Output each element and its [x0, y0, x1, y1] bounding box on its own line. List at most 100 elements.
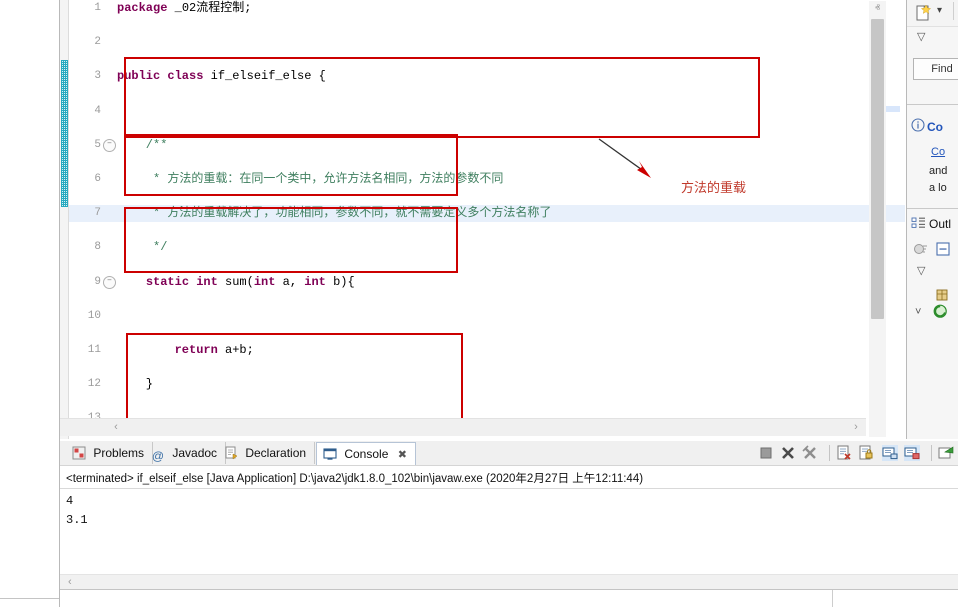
code-text: return a+b; — [117, 342, 254, 359]
fold-toggle-icon[interactable] — [103, 139, 116, 152]
info-icon — [911, 118, 925, 132]
console-hscroll-left-arrow[interactable]: ‹ — [68, 576, 72, 588]
editor-hscroll-right-arrow[interactable]: › — [850, 421, 862, 434]
annotation-label: 方法的重载 — [681, 177, 746, 196]
console-output-line: 3.1 — [66, 513, 88, 527]
class-icon[interactable] — [933, 304, 948, 319]
sidebar-toolbar: ▾ — [907, 0, 958, 27]
content-assist-line-3: a lo — [929, 182, 947, 194]
line-number: 1 — [69, 0, 101, 17]
remove-all-terminated-icon[interactable] — [802, 445, 818, 461]
scroll-lock-icon[interactable] — [858, 445, 874, 461]
change-bar — [61, 60, 68, 207]
tab-declaration-label: Declaration — [245, 446, 306, 460]
sidebar-divider-2 — [907, 208, 958, 209]
left-pane-divider — [0, 598, 59, 599]
console-horizontal-scrollbar[interactable]: ‹ — [60, 574, 958, 590]
remove-launch-icon[interactable] — [780, 445, 796, 461]
code-line[interactable]: 11 return a+b; — [69, 342, 905, 359]
annotation-arrow-icon — [595, 136, 675, 191]
console-toolbar-separator-1 — [829, 445, 830, 461]
terminate-icon[interactable] — [758, 445, 774, 461]
code-line[interactable]: 5 /** — [69, 137, 905, 154]
outline-view-title: Outl — [929, 217, 951, 231]
line-number: 6 — [69, 171, 101, 188]
outline-tree-expander[interactable]: ˅ — [915, 306, 921, 318]
code-line[interactable]: 2 — [69, 34, 905, 51]
left-margin-pane — [0, 0, 60, 607]
code-line[interactable]: 3 public class if_elseif_else { — [69, 68, 905, 85]
code-line[interactable]: 12 } — [69, 376, 905, 393]
editor-horizontal-scrollbar[interactable]: ‹ › — [60, 418, 866, 436]
tab-console[interactable]: Console ✖ — [316, 442, 416, 466]
display-selected-console-icon[interactable] — [904, 445, 920, 461]
editor-code-area[interactable]: 1 package _02流程控制; 2 3 public class if_elsei… — [69, 0, 905, 439]
chevron-down-icon[interactable]: ▾ — [937, 5, 942, 16]
sidebar-divider-1 — [907, 104, 958, 105]
view-menu-icon[interactable]: ▽ — [917, 30, 925, 43]
new-document-icon[interactable] — [915, 4, 933, 22]
content-assist-title: Co — [927, 120, 943, 134]
collapse-all-icon[interactable] — [935, 241, 951, 257]
line-number: 10 — [69, 308, 101, 325]
line-number: 5 — [69, 137, 101, 154]
console-output-area[interactable]: <terminated> if_elseif_else [Java Applic… — [60, 465, 958, 608]
code-line[interactable]: 1 package _02流程控制; — [69, 0, 905, 17]
code-line[interactable]: 7 * 方法的重载解决了，功能相同，参数不同，就不需要定义多个方法名称了 — [69, 205, 905, 222]
javadoc-icon: @ — [151, 449, 165, 463]
tab-problems[interactable]: Problems — [66, 442, 153, 464]
code-text: */ — [117, 239, 167, 256]
line-number: 7 — [69, 205, 101, 222]
eclipse-window: 1 package _02流程控制; 2 3 public class if_elsei… — [0, 0, 958, 607]
editor-vertical-scrollbar[interactable]: ⱏ ⱟ — [869, 1, 886, 437]
code-text: * 方法的重载：在同一个类中，允许方法名相同，方法的参数不同 — [117, 171, 503, 188]
tab-javadoc[interactable]: @ Javadoc — [145, 442, 226, 464]
tab-problems-label: Problems — [93, 446, 144, 460]
code-line[interactable]: 6 * 方法的重载：在同一个类中，允许方法名相同，方法的参数不同 — [69, 171, 905, 188]
sort-members-icon[interactable] — [913, 242, 929, 258]
close-icon[interactable]: ✖ — [398, 449, 407, 461]
overview-ruler-mark[interactable] — [886, 106, 900, 112]
clear-console-icon[interactable] — [836, 445, 852, 461]
pin-console-icon[interactable] — [882, 445, 898, 461]
problems-icon — [72, 446, 86, 460]
open-console-icon[interactable] — [938, 445, 954, 461]
package-icon — [935, 288, 949, 302]
editor-hscroll-left-arrow[interactable]: ‹ — [110, 421, 122, 434]
code-editor[interactable]: 1 package _02流程控制; 2 3 public class if_elsei… — [60, 0, 905, 439]
right-sidebar: ▾ ▽ Find Co Co and a lo Outl ▽ ˅ — [906, 0, 958, 439]
console-output-line: 4 — [66, 494, 73, 508]
code-text: static int sum(int a, int b){ — [117, 274, 355, 291]
tab-declaration[interactable]: Declaration — [218, 442, 315, 464]
line-number: 12 — [69, 376, 101, 393]
editor-vscroll-thumb[interactable] — [871, 19, 884, 319]
editor-vscroll-down-arrow[interactable]: ⱟ — [869, 421, 886, 437]
content-assist-link[interactable]: Co — [931, 146, 945, 158]
console-header-divider — [60, 488, 958, 489]
status-bar — [60, 589, 958, 607]
code-text: * 方法的重载解决了，功能相同，参数不同，就不需要定义多个方法名称了 — [117, 205, 551, 222]
line-number: 9 — [69, 274, 101, 291]
sidebar-toolbar-separator — [953, 2, 954, 20]
line-number: 3 — [69, 68, 101, 85]
code-text: public class if_elseif_else { — [117, 68, 326, 85]
declaration-icon — [224, 446, 238, 460]
content-assist-line-2: and — [929, 165, 947, 177]
code-line[interactable]: 8 */ — [69, 239, 905, 256]
console-toolbar-separator-2 — [931, 445, 932, 461]
find-button[interactable]: Find — [913, 58, 958, 80]
tab-javadoc-label: Javadoc — [172, 446, 217, 460]
editor-vscroll-up-arrow[interactable]: ⱏ — [869, 1, 886, 17]
code-text: package _02流程控制; — [117, 0, 251, 17]
tab-console-label: Console — [344, 447, 388, 461]
console-icon — [323, 447, 337, 461]
status-cell-divider-1 — [832, 590, 833, 607]
code-line[interactable]: 4 — [69, 103, 905, 120]
code-line[interactable]: 10 — [69, 308, 905, 325]
code-line[interactable]: 9 static int sum(int a, int b){ — [69, 274, 905, 291]
console-terminated-line: <terminated> if_elseif_else [Java Applic… — [66, 470, 643, 486]
fold-toggle-icon[interactable] — [103, 276, 116, 289]
outline-view-menu-icon[interactable]: ▽ — [917, 264, 925, 277]
bottom-view-stack: Problems @ Javadoc Declaration Console ✖… — [60, 441, 958, 607]
code-text: /** — [117, 137, 167, 154]
